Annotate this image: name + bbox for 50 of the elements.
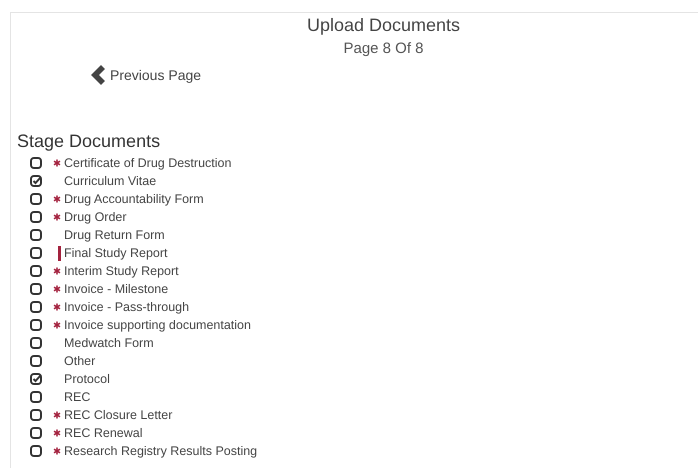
- asterisk-icon: [53, 429, 61, 437]
- document-label: Invoice - Milestone: [64, 282, 168, 296]
- previous-page-link[interactable]: Previous Page: [90, 65, 202, 85]
- marker-bar: [58, 246, 61, 260]
- document-label: REC Closure Letter: [64, 408, 172, 422]
- asterisk-icon: [53, 213, 61, 221]
- document-label: REC: [64, 390, 90, 404]
- chevron-left-icon: [90, 65, 105, 85]
- document-label: Invoice supporting documentation: [64, 318, 251, 332]
- checkbox[interactable]: [30, 157, 42, 169]
- checkbox[interactable]: [30, 445, 42, 457]
- checkbox[interactable]: [30, 427, 42, 439]
- asterisk-icon: [53, 303, 61, 311]
- checkbox[interactable]: [30, 193, 42, 205]
- page-number: Page 8 Of 8: [343, 39, 424, 59]
- document-label: Drug Accountability Form: [64, 192, 204, 206]
- checkbox[interactable]: [30, 229, 42, 241]
- document-label: Medwatch Form: [64, 336, 154, 350]
- document-label: Interim Study Report: [64, 264, 179, 278]
- checkbox[interactable]: [30, 355, 42, 367]
- document-label: Curriculum Vitae: [64, 174, 156, 188]
- asterisk-icon: [53, 159, 61, 167]
- checkbox[interactable]: [30, 337, 42, 349]
- asterisk-icon: [53, 267, 61, 275]
- checkbox[interactable]: [30, 319, 42, 331]
- asterisk-icon: [53, 447, 61, 455]
- document-label: Research Registry Results Posting: [64, 444, 258, 458]
- document-label: Drug Order: [64, 210, 127, 224]
- document-label: Other: [64, 354, 96, 368]
- checkbox[interactable]: [30, 283, 42, 295]
- checkbox[interactable]: [30, 409, 42, 421]
- checkbox[interactable]: [30, 373, 42, 385]
- asterisk-icon: [53, 195, 61, 203]
- checkbox[interactable]: [30, 175, 42, 187]
- document-label: Drug Return Form: [64, 228, 165, 242]
- asterisk-icon: [53, 321, 61, 329]
- checkbox[interactable]: [30, 247, 42, 259]
- document-label: Protocol: [64, 372, 110, 386]
- asterisk-icon: [53, 285, 61, 293]
- page-title: Upload Documents: [306, 14, 460, 36]
- section-title: Stage Documents: [17, 130, 162, 152]
- checkbox[interactable]: [30, 211, 42, 223]
- checkbox[interactable]: [30, 391, 42, 403]
- document-label: Certificate of Drug Destruction: [64, 156, 232, 170]
- document-label: REC Renewal: [64, 426, 143, 440]
- checkbox[interactable]: [30, 265, 42, 277]
- checkbox[interactable]: [30, 301, 42, 313]
- document-label: Final Study Report: [64, 246, 168, 260]
- asterisk-icon: [53, 411, 61, 419]
- document-label: Invoice - Pass-through: [64, 300, 190, 314]
